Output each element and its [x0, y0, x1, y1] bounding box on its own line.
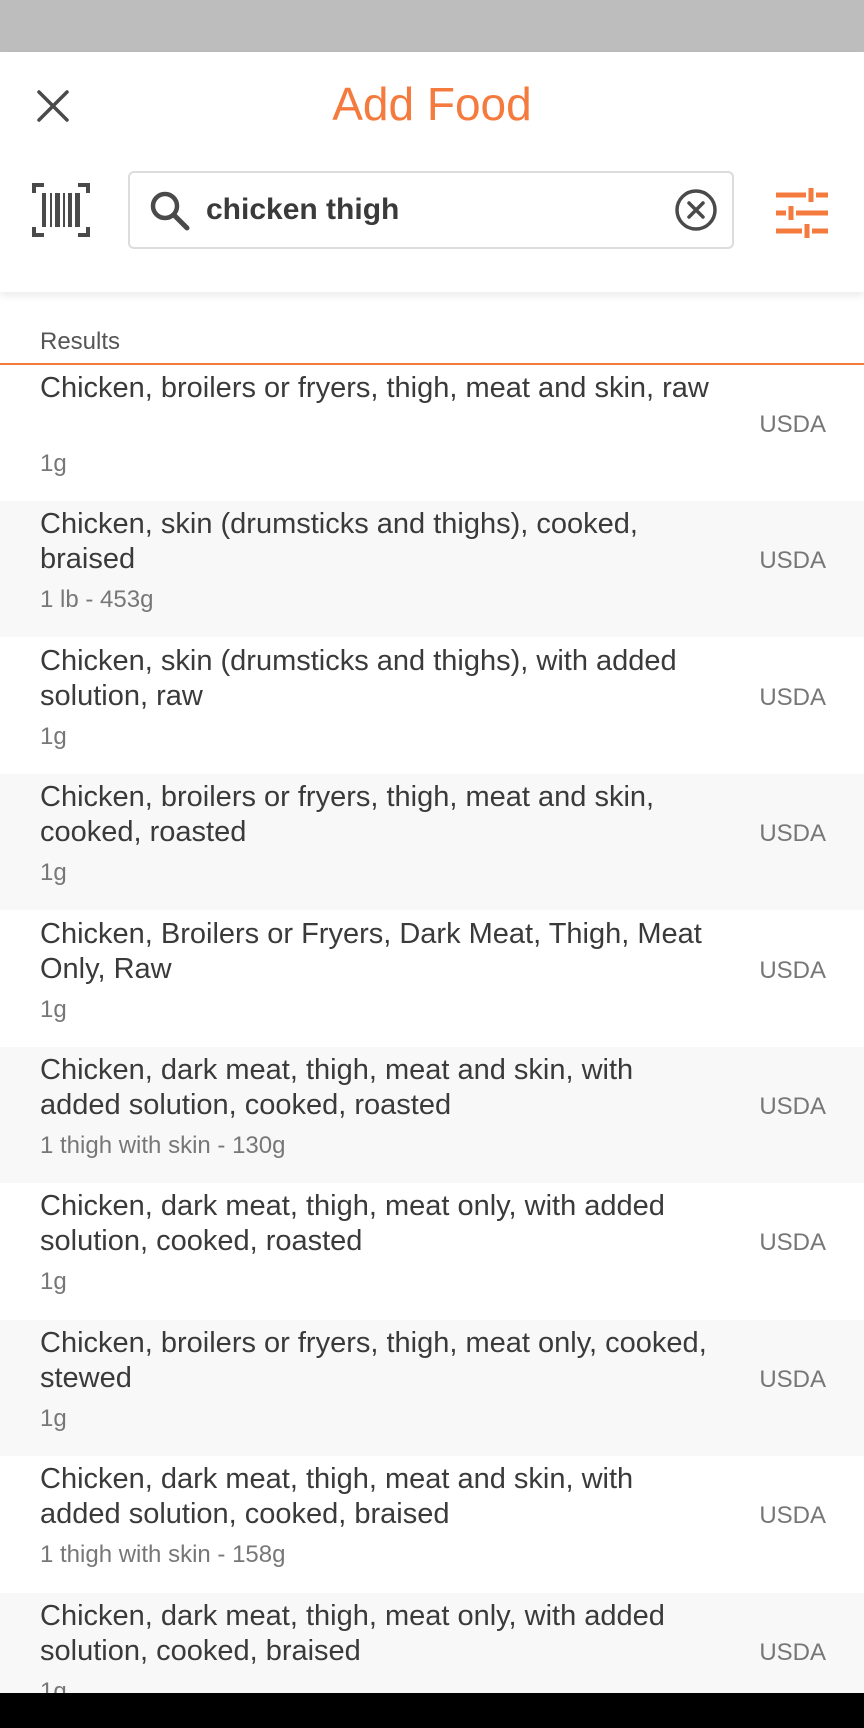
list-item[interactable]: Chicken, Broilers or Fryers, Dark Meat, …	[0, 911, 864, 1047]
food-name: Chicken, broilers or fryers, thigh, meat…	[40, 781, 655, 849]
serving-size: 1g	[40, 1677, 67, 1693]
barcode-scan-button[interactable]	[28, 177, 94, 243]
list-item[interactable]: Chicken, broilers or fryers, thigh, meat…	[0, 774, 864, 911]
serving-size: 1g	[40, 1404, 67, 1432]
list-item[interactable]: Chicken, dark meat, thigh, meat and skin…	[0, 1047, 864, 1183]
results-list: Chicken, broilers or fryers, thigh, meat…	[0, 365, 864, 1693]
list-item[interactable]: Chicken, skin (drumsticks and thighs), w…	[0, 638, 864, 774]
list-item[interactable]: Chicken, broilers or fryers, thigh, meat…	[0, 365, 864, 501]
source-label: USDA	[759, 411, 826, 438]
food-name: Chicken, dark meat, thigh, meat only, wi…	[40, 1190, 665, 1258]
source-label: USDA	[759, 1638, 826, 1666]
search-box	[128, 171, 734, 249]
food-name: Chicken, dark meat, thigh, meat and skin…	[40, 1054, 634, 1121]
food-name: Chicken, dark meat, thigh, meat and skin…	[40, 1463, 634, 1531]
barcode-icon	[32, 183, 90, 237]
navigation-bar	[0, 1693, 864, 1728]
source-label: USDA	[759, 683, 826, 711]
serving-size: 1g	[40, 450, 67, 477]
list-item[interactable]: Chicken, skin (drumsticks and thighs), c…	[0, 501, 864, 638]
food-name: Chicken, broilers or fryers, thigh, meat…	[40, 372, 709, 404]
food-name: Chicken, skin (drumsticks and thighs), c…	[40, 508, 638, 576]
list-item[interactable]: Chicken, dark meat, thigh, meat only, wi…	[0, 1183, 864, 1319]
clear-search-icon[interactable]	[674, 188, 718, 232]
list-item[interactable]: Chicken, broilers or fryers, thigh, meat…	[0, 1319, 864, 1456]
serving-size: 1 lb - 453g	[40, 586, 154, 614]
status-bar	[0, 0, 864, 52]
filter-sliders-icon[interactable]	[772, 183, 832, 243]
food-name: Chicken, skin (drumsticks and thighs), w…	[40, 644, 677, 712]
header: Add Food	[0, 52, 864, 292]
serving-size: 1 thigh with skin - 130g	[40, 1132, 286, 1159]
search-icon	[150, 191, 190, 231]
serving-size: 1 thigh with skin - 158g	[40, 1541, 286, 1569]
source-label: USDA	[759, 820, 826, 848]
search-input[interactable]	[206, 173, 626, 247]
list-item[interactable]: Chicken, dark meat, thigh, meat and skin…	[0, 1456, 864, 1592]
list-item[interactable]: Chicken, dark meat, thigh, meat only, wi…	[0, 1592, 864, 1693]
source-label: USDA	[759, 547, 826, 575]
source-label: USDA	[759, 1502, 826, 1530]
source-label: USDA	[759, 1365, 826, 1393]
source-label: USDA	[759, 1093, 826, 1120]
results-label: Results	[40, 328, 121, 355]
serving-size: 1g	[40, 859, 67, 887]
serving-size: 1g	[40, 995, 67, 1023]
food-name: Chicken, Broilers or Fryers, Dark Meat, …	[40, 917, 702, 985]
source-label: USDA	[759, 1229, 826, 1257]
food-name: Chicken, dark meat, thigh, meat only, wi…	[40, 1599, 665, 1667]
page-title: Add Food	[332, 78, 532, 130]
source-label: USDA	[759, 956, 826, 984]
serving-size: 1g	[40, 722, 67, 750]
food-name: Chicken, broilers or fryers, thigh, meat…	[40, 1326, 707, 1394]
serving-size: 1g	[40, 1268, 67, 1296]
